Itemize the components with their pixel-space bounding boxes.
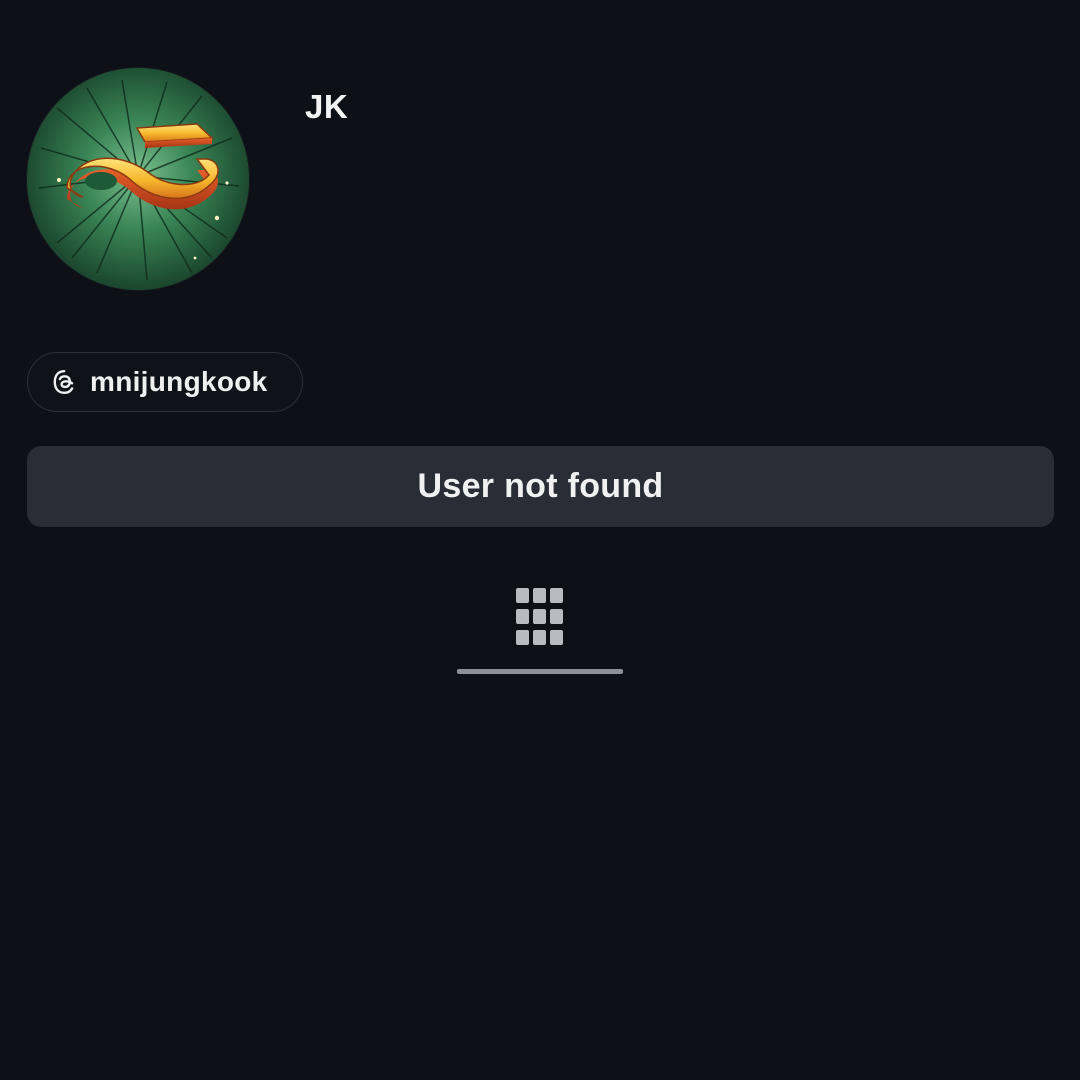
infinity-logo-icon [27, 68, 249, 290]
grid-icon [516, 588, 564, 646]
display-name: JK [305, 88, 349, 125]
profile-screen: JK mnijungkook User not found [0, 0, 1080, 1080]
threads-handle: mnijungkook [90, 366, 268, 397]
active-tab-indicator [457, 669, 623, 674]
tab-grid[interactable] [457, 580, 623, 674]
threads-handle-chip[interactable]: mnijungkook [27, 352, 303, 412]
profile-avatar[interactable] [27, 68, 249, 290]
status-message: User not found [417, 467, 664, 505]
threads-icon [50, 368, 78, 396]
user-not-found-banner: User not found [27, 446, 1054, 527]
